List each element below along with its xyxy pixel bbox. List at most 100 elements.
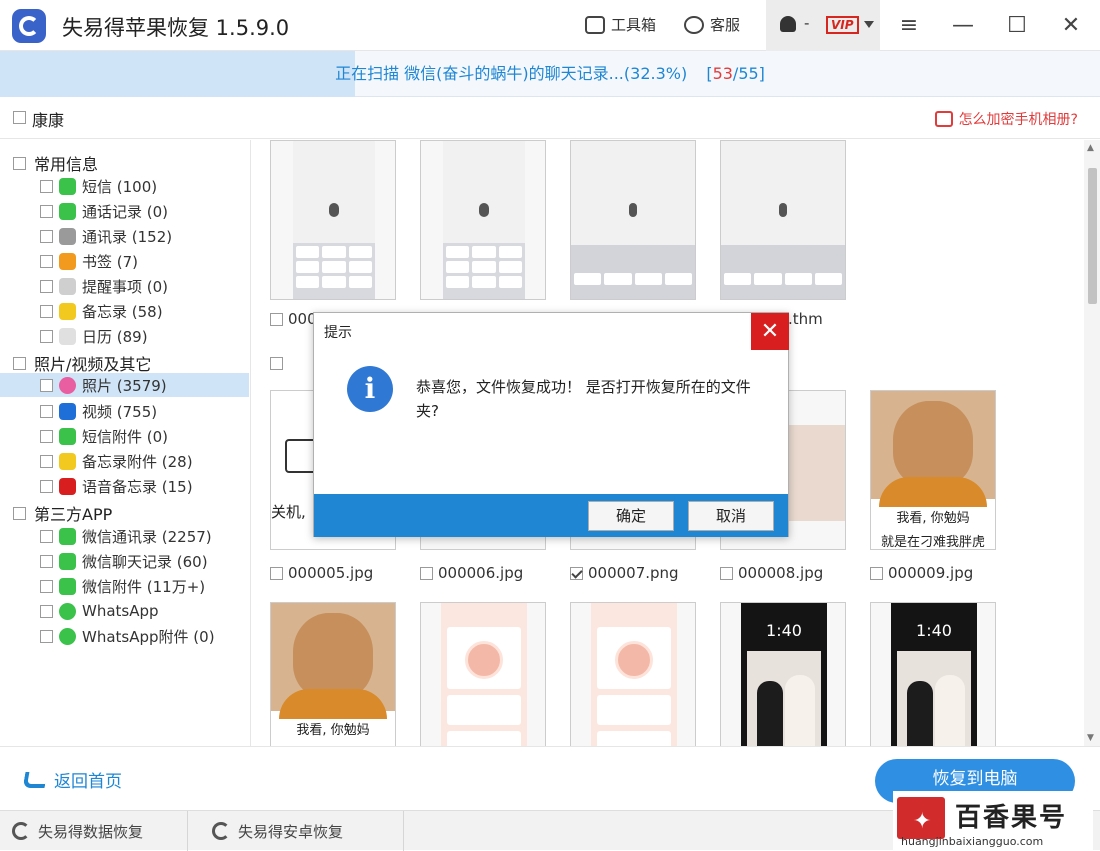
item-checkbox[interactable] (40, 254, 53, 268)
thumbnail-checkbox[interactable] (420, 566, 433, 580)
item-checkbox[interactable] (40, 454, 53, 468)
scan-status: 正在扫描 微信(奋斗的蜗牛)的聊天记录...(32.3%) [53/55] (335, 64, 765, 83)
sidebar-item-notes[interactable]: 备忘录 (58) (40, 299, 163, 323)
sidebar-item-wechat-chats[interactable]: 微信聊天记录 (60) (40, 549, 208, 573)
sidebar-item-notes-attachments[interactable]: 备忘录附件 (28) (40, 449, 193, 473)
cancel-button[interactable]: 取消 (688, 501, 774, 531)
tab-android-recovery[interactable]: 失易得安卓恢复 (200, 811, 404, 851)
item-checkbox[interactable] (40, 604, 53, 618)
item-checkbox[interactable] (40, 279, 53, 293)
sidebar-item-calendar[interactable]: 日历 (89) (40, 324, 148, 348)
tab-data-recovery[interactable]: 失易得数据恢复 (0, 811, 188, 851)
thumbnail[interactable] (420, 140, 546, 300)
scroll-up-icon[interactable]: ▲ (1087, 143, 1094, 153)
wechat-icon (59, 577, 76, 595)
thumbnail[interactable] (570, 140, 696, 300)
wechat-icon (59, 527, 76, 545)
sidebar-item-wechat-attachments[interactable]: 微信附件 (11万+) (40, 574, 205, 598)
back-home-link[interactable]: 返回首页 (22, 767, 122, 792)
close-button[interactable]: ✕ (1056, 12, 1086, 40)
sidebar-item-reminders[interactable]: 提醒事项 (0) (40, 274, 168, 298)
bell-icon (780, 16, 796, 32)
encrypt-album-link[interactable]: 怎么加密手机相册? (934, 109, 1078, 129)
item-checkbox[interactable] (40, 479, 53, 493)
vip-badge[interactable]: VIP (826, 16, 859, 34)
thumbnail[interactable]: 1:40 (870, 602, 996, 746)
customer-service-button[interactable]: 客服 (684, 14, 740, 35)
thumbnail-label: 000008.jpg (720, 564, 823, 582)
item-checkbox[interactable] (40, 554, 53, 568)
title-bar: 失易得苹果恢复 1.5.9.0 工具箱 客服 - VIP ≡ — ☐ ✕ (0, 0, 1100, 51)
wechat-icon (59, 552, 76, 570)
maximize-button[interactable]: ☐ (1002, 12, 1032, 40)
chevron-down-icon[interactable] (864, 21, 874, 28)
watermark-logo: ✦ (897, 797, 945, 839)
minimize-button[interactable]: — (948, 12, 978, 40)
item-checkbox[interactable] (40, 204, 53, 218)
thumbnail[interactable] (270, 140, 396, 300)
ok-button[interactable]: 确定 (588, 501, 674, 531)
sidebar-item-contacts[interactable]: 通讯录 (152) (40, 224, 172, 248)
sidebar-item-bookmarks[interactable]: 书签 (7) (40, 249, 138, 273)
app-title: 失易得苹果恢复 1.5.9.0 (62, 16, 290, 40)
scroll-down-icon[interactable]: ▼ (1087, 733, 1094, 743)
item-checkbox[interactable] (40, 329, 53, 343)
thumbnail-checkbox[interactable] (270, 566, 283, 580)
whatsapp-icon (59, 602, 76, 620)
category-common-info[interactable]: 常用信息 (13, 151, 98, 175)
thumbnail[interactable]: 我看, 你勉妈 (270, 602, 396, 746)
item-checkbox[interactable] (40, 529, 53, 543)
sidebar-item-videos[interactable]: 视频 (755) (40, 399, 157, 423)
thumbnail[interactable]: 1:40 (720, 602, 846, 746)
sidebar-item-call-log[interactable]: 通话记录 (0) (40, 199, 168, 223)
attachment-icon (59, 427, 76, 445)
category-checkbox[interactable] (13, 356, 26, 370)
dialog-close-button[interactable]: ✕ (751, 313, 789, 350)
sidebar-item-sms[interactable]: 短信 (100) (40, 174, 157, 198)
category-third-party-app[interactable]: 第三方APP (13, 501, 112, 525)
back-arrow-icon (22, 771, 48, 788)
thumbnail[interactable] (570, 602, 696, 746)
sidebar-item-sms-attachments[interactable]: 短信附件 (0) (40, 424, 168, 448)
item-checkbox[interactable] (40, 429, 53, 443)
thumbnail-label: 000009.jpg (870, 564, 973, 582)
sidebar-item-voice-memos[interactable]: 语音备忘录 (15) (40, 474, 193, 498)
item-checkbox[interactable] (40, 229, 53, 243)
sidebar-item-whatsapp-attachments[interactable]: WhatsApp附件 (0) (40, 624, 215, 648)
device-row: 康康 怎么加密手机相册? (0, 97, 1100, 139)
item-checkbox[interactable] (40, 579, 53, 593)
toolbox-button[interactable]: 工具箱 (585, 14, 656, 35)
item-checkbox[interactable] (40, 378, 53, 392)
item-checkbox[interactable] (40, 404, 53, 418)
sidebar-item-photos[interactable]: 照片 (3579) (0, 373, 249, 397)
watermark: ✦ 百香果号 huangjinbaixiangguo.com (893, 791, 1093, 850)
thumbnail-checkbox[interactable] (270, 312, 283, 326)
recovery-icon (12, 822, 30, 840)
item-checkbox[interactable] (40, 179, 53, 193)
thumbnail[interactable] (420, 602, 546, 746)
thumbnail[interactable]: 我看, 你勉妈 就是在刁难我胖虎 (870, 390, 996, 550)
item-checkbox[interactable] (40, 304, 53, 318)
whatsapp-icon (59, 627, 76, 645)
thumbs-up-icon (934, 111, 953, 127)
scrollbar-thumb[interactable] (1088, 168, 1097, 304)
thumbnail-checkbox[interactable] (870, 566, 883, 580)
item-checkbox[interactable] (40, 629, 53, 643)
calendar-icon (59, 327, 76, 345)
thumbnail[interactable] (720, 140, 846, 300)
dialog-message: 恭喜您，文件恢复成功！ 是否打开恢复所在的文件夹? (416, 378, 751, 420)
sidebar-item-wechat-contacts[interactable]: 微信通讯录 (2257) (40, 524, 212, 548)
thumbnail-checkbox[interactable] (570, 566, 583, 580)
sidebar-item-whatsapp[interactable]: WhatsApp (40, 599, 159, 623)
menu-icon[interactable]: ≡ (894, 12, 924, 40)
recovery-icon (212, 822, 230, 840)
group-checkbox[interactable] (270, 357, 283, 370)
scan-count: [53/55] (706, 64, 765, 83)
thumbnail-checkbox[interactable] (720, 566, 733, 580)
thumbnail-label: 000007.png (570, 564, 679, 582)
account-menu[interactable]: - VIP (766, 0, 880, 51)
category-checkbox[interactable] (13, 156, 26, 170)
category-photos-videos[interactable]: 照片/视频及其它 (13, 351, 151, 375)
category-checkbox[interactable] (13, 506, 26, 520)
device-checkbox[interactable] (13, 111, 26, 124)
